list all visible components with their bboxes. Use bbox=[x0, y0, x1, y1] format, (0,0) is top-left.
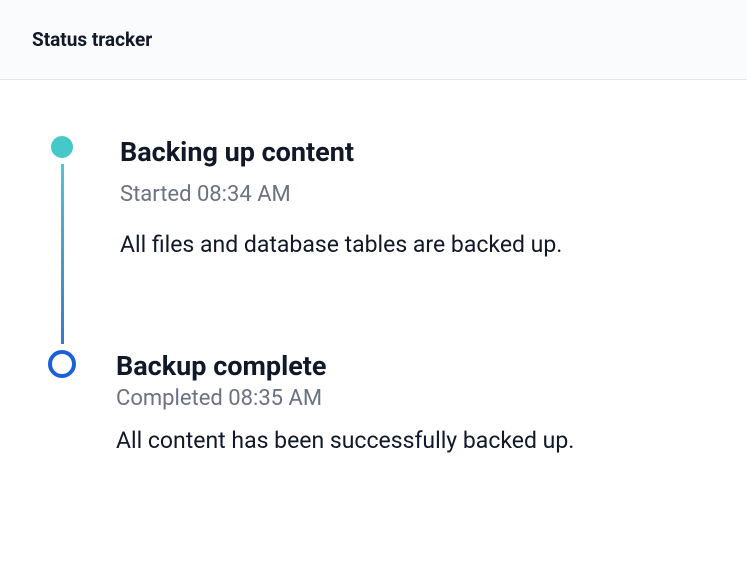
step-timestamp: Started 08:34 AM bbox=[120, 182, 707, 207]
step-title: Backing up content bbox=[120, 136, 707, 168]
timeline-connector bbox=[61, 164, 64, 344]
panel-header: Status tracker bbox=[0, 0, 747, 80]
step-title: Backup complete bbox=[116, 350, 707, 382]
step-marker-active-icon bbox=[51, 136, 73, 158]
timeline-step-content: Backup complete Completed 08:35 AM All c… bbox=[76, 350, 707, 458]
status-timeline: Backing up content Started 08:34 AM All … bbox=[0, 80, 747, 498]
panel-title: Status tracker bbox=[32, 28, 715, 51]
step-description: All files and database tables are backed… bbox=[120, 229, 707, 261]
timeline-step-content: Backing up content Started 08:34 AM All … bbox=[76, 136, 707, 302]
timeline-step: Backing up content Started 08:34 AM All … bbox=[48, 136, 707, 350]
timeline-marker-column bbox=[48, 350, 76, 378]
step-timestamp: Completed 08:35 AM bbox=[116, 386, 707, 411]
timeline-marker-column bbox=[48, 136, 76, 350]
step-marker-outline-icon bbox=[48, 350, 76, 378]
timeline-step: Backup complete Completed 08:35 AM All c… bbox=[48, 350, 707, 458]
step-description: All content has been successfully backed… bbox=[116, 425, 707, 457]
